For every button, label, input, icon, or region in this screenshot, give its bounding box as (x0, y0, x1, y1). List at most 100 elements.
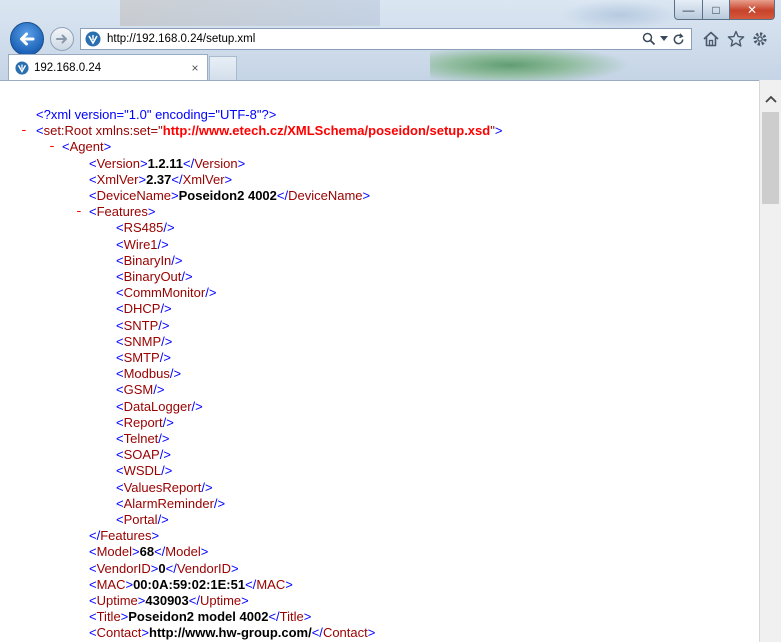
xml-line: - <Features> (0, 204, 759, 220)
xml-token: SMTP (123, 350, 160, 365)
xml-line: <Wire1/> (0, 237, 759, 253)
forward-arrow-icon (56, 34, 67, 44)
xml-token: > (241, 593, 249, 608)
xml-line-content: <Title>Poseidon2 model 4002</Title> (89, 609, 311, 625)
xml-token: < (89, 576, 97, 592)
xml-line-content: <Modbus/> (116, 366, 181, 382)
tab-title: 192.168.0.24 (34, 61, 102, 74)
xml-line: <XmlVer>2.37</XmlVer> (0, 172, 759, 188)
xml-line: <Version>1.2.11</Version> (0, 156, 759, 172)
xml-token: =" (150, 123, 163, 139)
xml-line-content: <SMTP/> (116, 350, 171, 366)
xml-token: 430903 (145, 593, 189, 608)
xml-line-content: <WSDL/> (116, 463, 172, 479)
gear-icon[interactable] (751, 30, 769, 48)
site-favicon-icon (15, 60, 29, 75)
xml-line: <Title>Poseidon2 model 4002</Title> (0, 609, 759, 625)
refresh-icon[interactable] (672, 32, 685, 46)
xml-token: < (116, 236, 124, 252)
xml-token: < (116, 220, 124, 236)
xml-token: Uptime (199, 593, 242, 608)
xml-token: RS485 (123, 220, 164, 236)
forward-button[interactable] (50, 27, 74, 51)
xml-token: > (147, 204, 156, 220)
xml-line: <DataLogger/> (0, 399, 759, 415)
chevron-up-icon (764, 95, 777, 103)
xml-line: <Modbus/> (0, 366, 759, 382)
xml-line-content: <SOAP/> (116, 447, 171, 463)
search-icon[interactable] (642, 32, 656, 46)
xml-line-content: <BinaryIn/> (116, 253, 183, 269)
new-tab-button[interactable] (209, 56, 237, 80)
xml-line: <CommMonitor/> (0, 285, 759, 301)
xml-line: <?xml version="1.0" encoding="UTF-8"?> (0, 107, 759, 123)
xml-token: > (367, 625, 376, 641)
xml-token: Features (100, 528, 152, 544)
xml-token: /> (159, 350, 171, 365)
xml-line-content: <DeviceName>Poseidon2 4002</DeviceName> (89, 188, 370, 204)
xml-token: < (89, 544, 97, 560)
xml-token: MAC (96, 576, 126, 592)
xml-line: <Portal/> (0, 512, 759, 528)
xml-token: > (362, 188, 371, 203)
home-icon[interactable] (702, 30, 720, 48)
collapse-toggle[interactable]: - (20, 123, 28, 139)
xml-line-content: <DataLogger/> (116, 399, 203, 415)
xml-token: > (138, 171, 147, 187)
xml-line-content: <RS485/> (116, 220, 175, 236)
xml-line-content: <Portal/> (116, 512, 169, 528)
xml-token: < (89, 171, 97, 187)
xml-token: < (116, 285, 124, 301)
tab-192-168-0-24[interactable]: 192.168.0.24 × (8, 54, 208, 80)
dropdown-icon[interactable] (660, 36, 668, 42)
vertical-scrollbar[interactable] (759, 80, 781, 642)
xml-token: 0 (158, 560, 166, 576)
tab-close-icon[interactable]: × (187, 61, 203, 75)
xml-token: /> (158, 431, 170, 446)
xml-token: AlarmReminder (123, 495, 214, 511)
xml-token: < (116, 479, 124, 495)
xml-token: > (285, 576, 293, 592)
xml-token: < (116, 366, 124, 382)
xml-token: 00:0A:59:02:1E:51 (133, 576, 246, 592)
xml-token: Wire1 (123, 236, 158, 252)
favorites-star-icon[interactable] (727, 30, 745, 48)
xml-token: < (62, 139, 70, 155)
xml-token: > (224, 171, 233, 187)
xml-token: GSM (123, 382, 154, 398)
xml-token: > (125, 576, 134, 592)
xml-token: /> (158, 317, 170, 333)
xml-line: <Telnet/> (0, 431, 759, 447)
xml-line: <BinaryIn/> (0, 253, 759, 269)
xml-token: /> (157, 236, 169, 252)
xml-token: 68 (139, 544, 155, 560)
xml-line: <Contact>http://www.hw-group.com/</Conta… (0, 625, 759, 641)
xml-line-content: <VendorID>0</VendorID> (89, 561, 239, 577)
address-url[interactable]: http://192.168.0.24/setup.xml (107, 33, 642, 45)
xml-token: Poseidon2 4002 (178, 188, 277, 203)
xml-token: </ (245, 576, 257, 592)
xml-line-content: <Telnet/> (116, 431, 170, 447)
collapse-toggle[interactable]: - (75, 204, 83, 220)
xml-token: xmlns:set (95, 123, 151, 139)
xml-token: http://www.etech.cz/XMLSchema/poseidon/s… (162, 123, 491, 139)
maximize-button[interactable]: □ (702, 0, 730, 20)
xml-token: > (200, 544, 209, 560)
xml-token: </ (276, 188, 289, 203)
xml-line-content: <BinaryOut/> (116, 269, 193, 285)
xml-token: Title (96, 609, 121, 625)
close-window-button[interactable]: ✕ (729, 0, 775, 20)
scroll-up-button[interactable] (760, 90, 781, 108)
xml-token: Title (279, 609, 304, 625)
xml-line: <RS485/> (0, 220, 759, 236)
xml-line: <DHCP/> (0, 301, 759, 317)
xml-token: </ (154, 544, 166, 560)
xml-line-content: <SNTP/> (116, 318, 169, 334)
address-bar[interactable]: http://192.168.0.24/setup.xml (80, 28, 692, 50)
collapse-toggle[interactable]: - (48, 139, 56, 155)
xml-token: VendorID (176, 560, 232, 576)
back-button[interactable] (10, 22, 44, 56)
xml-line-content: <?xml version="1.0" encoding="UTF-8"?> (36, 107, 276, 123)
minimize-button[interactable]: — (674, 0, 703, 20)
scroll-thumb[interactable] (762, 112, 779, 204)
